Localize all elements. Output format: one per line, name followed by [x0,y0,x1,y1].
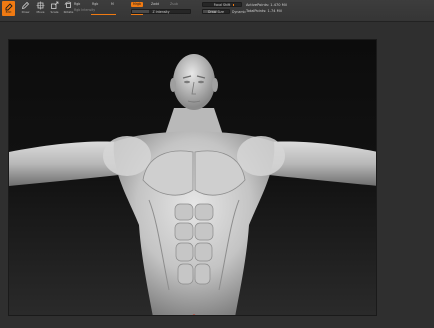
rgb-indicator [91,14,116,15]
draw-button[interactable]: Draw [18,1,33,17]
move-label: Move [36,10,45,14]
right-ear [212,78,218,92]
scale-button[interactable]: Scale [47,1,62,17]
right-shoulder [237,136,285,176]
edit-button[interactable]: Edit [2,1,15,16]
draw-size-slider[interactable]: Draw Size [202,9,230,14]
z-indicator [131,14,143,15]
rotate-icon [64,1,72,8]
total-points: TotalPoints: 1.74 Mil [246,9,282,13]
zbrush-window: Edit Draw Move Scale Rotate Rgb Rgb M Rg… [0,0,434,328]
rgb-label: Rgb [92,2,99,6]
scale-icon [51,1,59,9]
left-ear [170,78,176,92]
edit-label: Edit [5,10,12,14]
rotate-label: Rotate [63,10,74,14]
top-toolbar: Edit Draw Move Scale Rotate Rgb Rgb M Rg… [0,0,434,22]
3d-viewport[interactable] [8,39,377,316]
left-shoulder [103,136,151,176]
zadd-toggle[interactable]: Zadd [151,2,159,6]
move-icon [36,1,45,10]
focal-shift-slider[interactable]: Focal Shift [202,2,242,7]
sculpt-model[interactable] [9,40,377,316]
dynamic-toggle[interactable]: Dynamic [232,10,246,14]
point-stats: ActivePoints: 1.470 Mil TotalPoints: 1.7… [246,2,336,14]
left-eye [184,80,190,84]
zsub-toggle[interactable]: Zsub [170,2,178,6]
draw-label: Draw [21,10,30,14]
draw-size-label: Draw Size [208,10,224,14]
scale-label: Scale [50,10,59,14]
rgb-toggle[interactable]: Rgb [74,2,80,6]
m-toggle[interactable]: M [111,2,114,6]
right-eye [198,80,204,84]
draw-icon [21,1,30,10]
rgb-intensity-label: Rgb Intensity [74,8,96,12]
mrgb-button[interactable]: Mrgb [131,2,143,7]
move-button[interactable]: Move [33,1,48,17]
focal-shift-label: Focal Shift [213,3,231,7]
